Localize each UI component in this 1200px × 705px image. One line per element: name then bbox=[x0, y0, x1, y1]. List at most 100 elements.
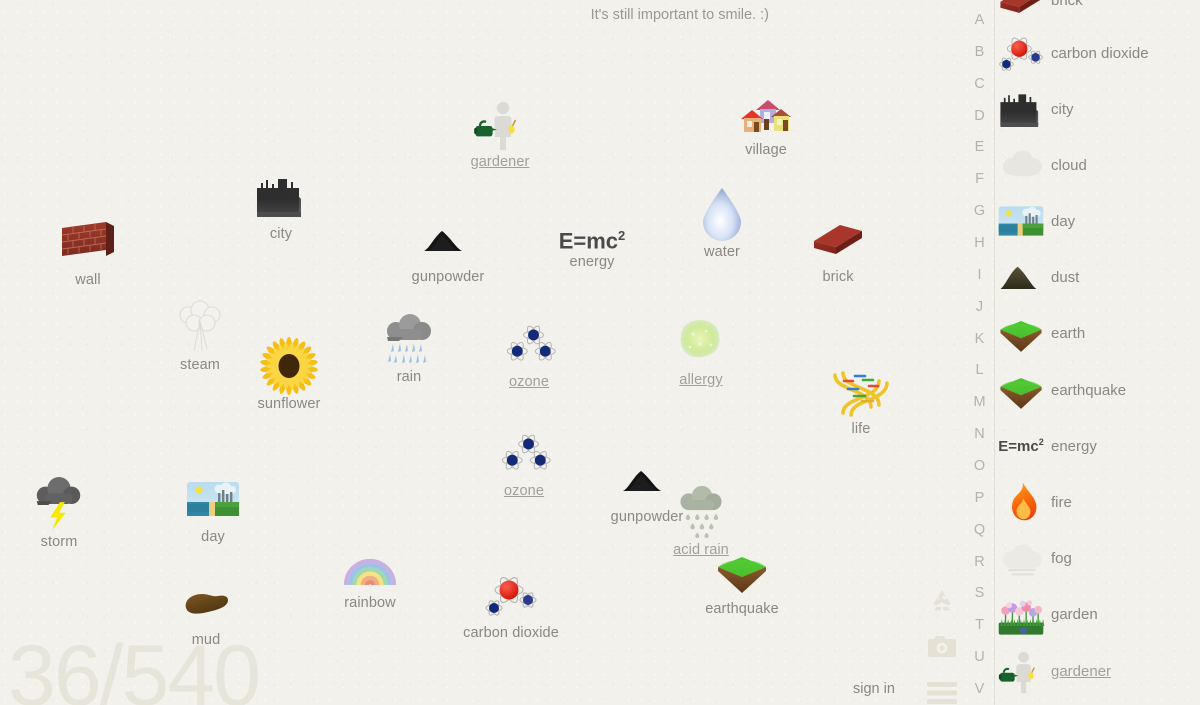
board-element-sunflower[interactable]: sunflower bbox=[229, 322, 349, 412]
camera-icon[interactable] bbox=[922, 624, 962, 670]
alphabet-letter-F[interactable]: F bbox=[975, 163, 984, 195]
rainbow-icon bbox=[310, 521, 430, 593]
alphabet-letter-I[interactable]: I bbox=[977, 259, 981, 291]
alphabet-letter-L[interactable]: L bbox=[975, 354, 983, 386]
library-item-label: cloud bbox=[1051, 156, 1087, 174]
library-item-label: gardener bbox=[1051, 662, 1112, 680]
library-item-fog[interactable]: fog bbox=[995, 530, 1200, 586]
sunflower-icon bbox=[229, 322, 349, 395]
alphabet-letter-S[interactable]: S bbox=[975, 577, 985, 609]
alphabet-letter-C[interactable]: C bbox=[974, 68, 984, 100]
library-item-brick[interactable]: brick bbox=[995, 0, 1200, 28]
ozone-icon bbox=[469, 300, 589, 372]
allergy-icon bbox=[641, 298, 761, 370]
tagline-text: It's still important to smile. :) bbox=[590, 7, 769, 23]
board-element-city[interactable]: city bbox=[221, 152, 341, 242]
board-element-allergy[interactable]: allergy bbox=[641, 298, 761, 388]
board-element-rain[interactable]: rain bbox=[349, 295, 469, 385]
library-item-earth[interactable]: earth bbox=[995, 305, 1200, 361]
rain-icon bbox=[349, 295, 469, 367]
board-element-brick[interactable]: brick bbox=[778, 195, 898, 285]
element-library-list[interactable]: brick carbon dioxide city cloud day dust… bbox=[995, 0, 1200, 705]
brick-icon bbox=[778, 195, 898, 267]
board-element-wall[interactable]: wall bbox=[28, 198, 148, 288]
library-item-energy[interactable]: E=mc2 energy bbox=[995, 418, 1200, 474]
library-item-fire[interactable]: fire bbox=[995, 474, 1200, 530]
fog-icon bbox=[995, 532, 1047, 584]
library-item-city[interactable]: city bbox=[995, 81, 1200, 137]
board-element-label: village bbox=[745, 142, 787, 158]
alphabet-letter-A[interactable]: A bbox=[975, 4, 985, 36]
board-element-day[interactable]: day bbox=[153, 455, 273, 545]
alphabet-letter-K[interactable]: K bbox=[975, 323, 985, 355]
element-library-sidebar[interactable]: ABCDEFGHIJKLMNOPQRSTUV brick carbon diox… bbox=[965, 0, 1200, 705]
board-element-gardener[interactable]: gardener bbox=[440, 80, 560, 170]
gardener-icon bbox=[995, 645, 1047, 697]
alphabet-letter-Q[interactable]: Q bbox=[974, 514, 985, 546]
library-item-day[interactable]: day bbox=[995, 193, 1200, 249]
board-element-life[interactable]: life bbox=[801, 347, 921, 437]
board-element-energy[interactable]: E=mc2 energy bbox=[532, 180, 652, 270]
city-icon bbox=[995, 83, 1047, 135]
day-icon bbox=[153, 455, 273, 527]
library-item-dust[interactable]: dust bbox=[995, 249, 1200, 305]
alphabet-letter-T[interactable]: T bbox=[975, 609, 984, 641]
library-item-label: garden bbox=[1051, 605, 1098, 623]
library-item-garden[interactable]: garden bbox=[995, 586, 1200, 642]
board-element-mud[interactable]: mud bbox=[146, 558, 266, 648]
day-icon bbox=[995, 195, 1047, 247]
board-element-rainbow[interactable]: rainbow bbox=[310, 521, 430, 611]
hamburger-menu-icon[interactable] bbox=[922, 670, 962, 705]
board-element-label: earthquake bbox=[705, 601, 779, 617]
alphabet-letter-U[interactable]: U bbox=[974, 641, 984, 673]
alphabet-letter-P[interactable]: P bbox=[975, 482, 985, 514]
life-icon bbox=[801, 347, 921, 419]
alphabet-letter-D[interactable]: D bbox=[974, 100, 984, 132]
alphabet-letter-B[interactable]: B bbox=[975, 36, 985, 68]
alphabet-letter-R[interactable]: R bbox=[974, 546, 984, 578]
board-element-carbon-dioxide[interactable]: carbon dioxide bbox=[451, 551, 571, 641]
library-item-label: earthquake bbox=[1051, 381, 1127, 399]
board-element-label: storm bbox=[40, 534, 78, 550]
alphabet-index[interactable]: ABCDEFGHIJKLMNOPQRSTUV bbox=[965, 0, 994, 705]
energy-icon: E=mc2 bbox=[998, 437, 1044, 455]
board-element-water[interactable]: water bbox=[662, 170, 782, 260]
game-board[interactable]: 36/540 It's still important to smile. :)… bbox=[0, 0, 965, 705]
board-element-village[interactable]: village bbox=[706, 68, 826, 158]
alphabet-letter-M[interactable]: M bbox=[973, 386, 985, 418]
dust-icon bbox=[995, 251, 1047, 303]
alphabet-letter-N[interactable]: N bbox=[974, 418, 984, 450]
board-element-ozone[interactable]: ozone bbox=[464, 409, 584, 499]
board-element-label: water bbox=[704, 244, 740, 260]
alphabet-letter-H[interactable]: H bbox=[974, 227, 984, 259]
library-item-earthquake[interactable]: earthquake bbox=[995, 362, 1200, 418]
library-item-label: day bbox=[1051, 212, 1076, 230]
recycle-icon[interactable] bbox=[922, 578, 962, 624]
cloud-icon bbox=[995, 139, 1047, 191]
board-element-ozone[interactable]: ozone bbox=[469, 300, 589, 390]
ozone-icon bbox=[464, 409, 584, 481]
alphabet-letter-V[interactable]: V bbox=[975, 673, 985, 705]
library-item-cloud[interactable]: cloud bbox=[995, 137, 1200, 193]
library-item-label: energy bbox=[1051, 437, 1097, 455]
board-element-label: carbon dioxide bbox=[463, 625, 559, 641]
alphabet-letter-G[interactable]: G bbox=[974, 195, 985, 227]
brick-icon bbox=[995, 0, 1047, 26]
sign-in-link[interactable]: sign in bbox=[853, 681, 895, 697]
wall-icon bbox=[28, 198, 148, 270]
board-element-label: mud bbox=[191, 632, 221, 648]
board-element-storm[interactable]: storm bbox=[0, 460, 119, 550]
tool-buttons[interactable] bbox=[922, 578, 962, 705]
alphabet-letter-O[interactable]: O bbox=[974, 450, 985, 482]
board-element-label: sunflower bbox=[257, 396, 321, 412]
library-item-carbon-dioxide[interactable]: carbon dioxide bbox=[995, 25, 1200, 81]
little-alchemy-app: 36/540 It's still important to smile. :)… bbox=[0, 0, 1200, 705]
alphabet-letter-J[interactable]: J bbox=[976, 291, 983, 323]
storm-icon bbox=[0, 460, 119, 532]
board-element-label: gardener bbox=[470, 154, 530, 170]
library-item-gardener[interactable]: gardener bbox=[995, 643, 1200, 699]
library-item-label: earth bbox=[1051, 324, 1086, 342]
board-element-earthquake[interactable]: earthquake bbox=[682, 527, 802, 617]
board-element-gunpowder[interactable]: gunpowder bbox=[388, 195, 508, 285]
alphabet-letter-E[interactable]: E bbox=[975, 131, 985, 163]
